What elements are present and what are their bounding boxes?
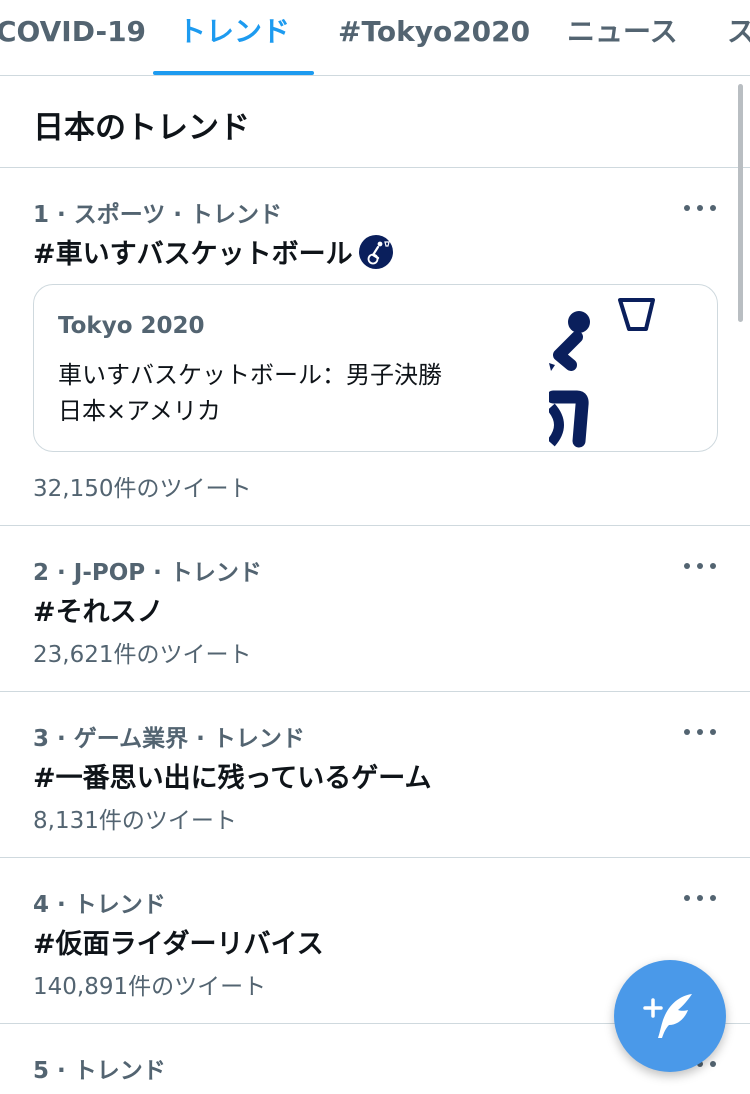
tab-partial[interactable]: ス — [727, 0, 750, 75]
section-header: 日本のトレンド — [0, 76, 750, 168]
card-source: Tokyo 2020 — [58, 313, 205, 339]
trend-name: #それスノ — [33, 597, 164, 628]
more-options-icon[interactable] — [684, 891, 716, 905]
compose-tweet-icon — [643, 994, 692, 1038]
card-title: 車いすバスケットボール：男子決勝 — [58, 361, 442, 389]
trend-name: #仮面ライダーリバイス — [33, 929, 324, 960]
tweet-count: 23,621件のツイート — [33, 642, 252, 668]
trend-meta: 3 · ゲーム業界 · トレンド — [33, 726, 305, 752]
tab-bar: COVID-19 トレンド #Tokyo2020 ニュース ス — [0, 0, 750, 76]
compose-tweet-button[interactable] — [614, 960, 726, 1072]
event-card[interactable]: Tokyo 2020 車いすバスケットボール：男子決勝 日本×アメリカ — [33, 284, 718, 452]
tab-tokyo2020[interactable]: #Tokyo2020 — [338, 0, 530, 75]
trend-item[interactable]: 2 · J-POP · トレンド #それスノ 23,621件のツイート — [0, 526, 750, 692]
section-title: 日本のトレンド — [33, 110, 250, 146]
tweet-count: 8,131件のツイート — [33, 808, 237, 834]
wheelchair-basketball-pictogram — [549, 298, 655, 448]
card-subtitle: 日本×アメリカ — [58, 397, 221, 425]
more-options-icon[interactable] — [684, 725, 716, 739]
trend-name-text: #車いすバスケットボール — [33, 239, 353, 270]
tab-trends[interactable]: トレンド — [178, 0, 290, 75]
wheelchair-basketball-icon — [358, 234, 393, 269]
trend-meta: 2 · J-POP · トレンド — [33, 560, 262, 586]
trend-item[interactable]: 3 · ゲーム業界 · トレンド #一番思い出に残っているゲーム 8,131件の… — [0, 692, 750, 858]
trend-meta: 5 · トレンド — [33, 1058, 166, 1084]
trend-name: #一番思い出に残っているゲーム — [33, 763, 432, 794]
active-tab-indicator — [153, 71, 314, 75]
more-options-icon[interactable] — [684, 201, 716, 215]
more-options-icon[interactable] — [684, 559, 716, 573]
trend-item[interactable]: 1 · スポーツ · トレンド #車いすバスケットボール Tokyo 2020 … — [0, 168, 750, 526]
tab-covid19[interactable]: COVID-19 — [0, 0, 146, 75]
trend-name: #車いすバスケットボール — [33, 232, 393, 271]
trend-meta: 1 · スポーツ · トレンド — [33, 202, 283, 228]
trend-meta: 4 · トレンド — [33, 892, 166, 918]
scrollbar[interactable] — [738, 84, 743, 322]
tab-news[interactable]: ニュース — [567, 0, 678, 75]
tweet-count: 32,150件のツイート — [33, 476, 252, 502]
tweet-count: 140,891件のツイート — [33, 974, 267, 1000]
